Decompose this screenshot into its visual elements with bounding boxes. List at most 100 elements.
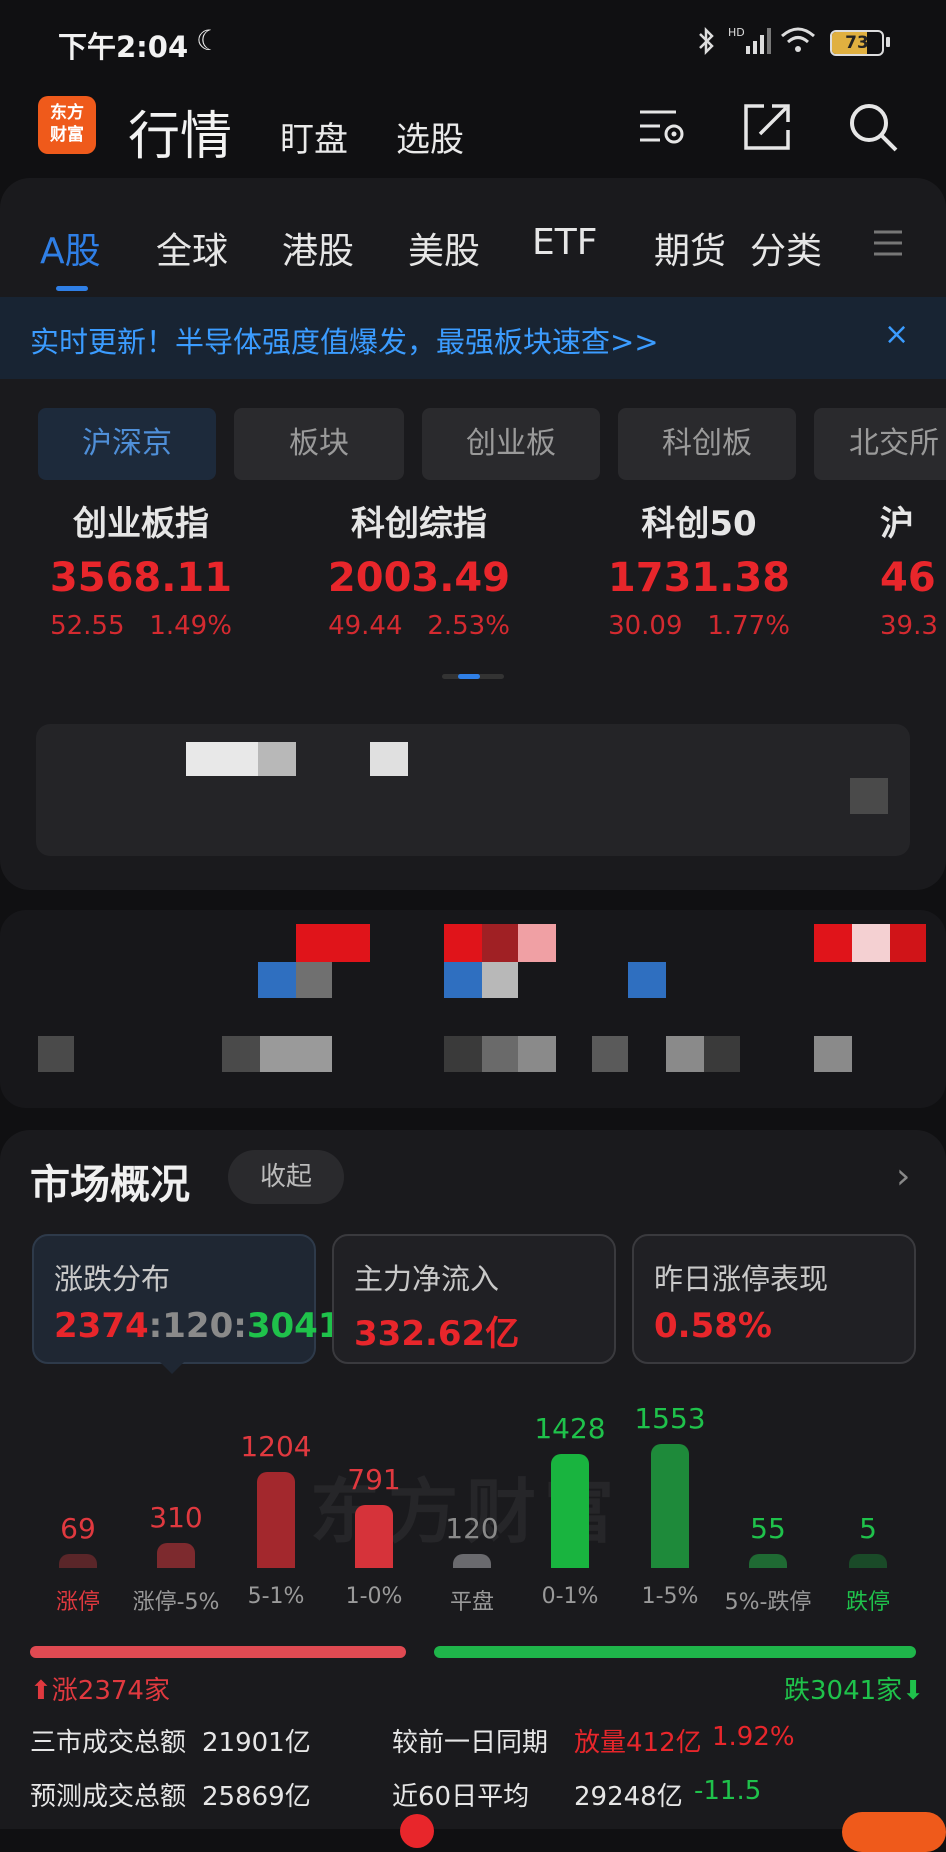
bluetooth-icon: [699, 26, 714, 56]
bar-category-label: 5-1%: [247, 1584, 305, 1609]
bar-category-label: 0-1%: [541, 1584, 599, 1609]
distribution-bar: [749, 1554, 787, 1568]
bar-category-label: 涨停-5%: [132, 1590, 220, 1615]
section-title: 市场概况: [30, 1162, 190, 1208]
index-name: 创业板指: [73, 504, 209, 544]
bar-value-label: 55: [750, 1512, 786, 1545]
stat-label: 预测成交总额: [30, 1782, 187, 1812]
index-name: 科创50: [641, 504, 757, 544]
bar-category-label: 5%-跌停: [724, 1590, 812, 1615]
bar-value-label: 1553: [634, 1402, 706, 1435]
app-logo[interactable]: 东方 财富: [38, 96, 96, 154]
app-header: 东方 财富 行情 盯盘 选股: [0, 88, 946, 178]
nav-link-watch[interactable]: 盯盘: [280, 112, 348, 161]
distribution-bar: [651, 1444, 689, 1568]
distribution-bar: [157, 1543, 195, 1568]
stat-value: 21901亿: [202, 1728, 311, 1758]
settings-list-icon[interactable]: [636, 100, 690, 154]
bar-category-label: 涨停: [55, 1590, 100, 1615]
index-change: 30.09 1.77%: [608, 611, 790, 641]
metric-card-net-inflow[interactable]: 主力净流入 332.62亿: [332, 1234, 616, 1364]
index-change: 52.55 1.49%: [50, 611, 232, 641]
distribution-bar: [59, 1554, 97, 1568]
index-card[interactable]: 创业板指 3568.11 52.55 1.49%: [26, 496, 256, 641]
chip-chinext[interactable]: 创业板: [422, 408, 600, 480]
chevron-right-icon[interactable]: ›: [896, 1156, 910, 1197]
tab-futures[interactable]: 期货: [654, 222, 726, 274]
close-icon[interactable]: ×: [884, 317, 909, 352]
tab-etf[interactable]: ETF: [532, 222, 597, 263]
nav-link-screener[interactable]: 选股: [396, 112, 464, 161]
battery-icon: 73: [830, 30, 884, 56]
bar-value-label: 1428: [534, 1412, 606, 1445]
bar-value-label: 120: [445, 1512, 499, 1545]
distribution-bar: [849, 1554, 887, 1568]
index-value: 3568.11: [49, 555, 233, 601]
bar-category-label: 1-5%: [641, 1584, 699, 1609]
bar-value-label: 69: [60, 1512, 96, 1545]
collapse-button[interactable]: 收起: [228, 1150, 344, 1204]
bottom-action-button[interactable]: [842, 1812, 946, 1852]
tab-active-indicator: [56, 286, 88, 291]
metric-card-limit-up[interactable]: 昨日涨停表现 0.58%: [632, 1234, 916, 1364]
share-icon[interactable]: [740, 100, 794, 154]
page-title: 行情: [128, 107, 233, 167]
menu-icon[interactable]: [872, 228, 904, 258]
stat-label: 近60日平均: [392, 1782, 530, 1812]
chip-shsz[interactable]: 沪深京: [38, 408, 216, 480]
status-bar: 下午2:04 ☾ HD 73: [0, 0, 946, 88]
chip-star[interactable]: 科创板: [618, 408, 796, 480]
tab-us[interactable]: 美股: [408, 222, 480, 274]
card-pointer: [160, 1362, 184, 1374]
tab-category[interactable]: 分类: [750, 222, 822, 274]
moon-icon: ☾: [196, 24, 222, 57]
stat-label: 较前一日同期: [392, 1728, 549, 1758]
chip-sector[interactable]: 板块: [234, 408, 404, 480]
signal-icon: HD: [728, 26, 771, 54]
bar-value-label: 310: [149, 1501, 203, 1534]
ratio-up-bar: [30, 1646, 406, 1658]
battery-level: 73: [845, 33, 869, 53]
tab-global[interactable]: 全球: [156, 222, 228, 274]
banner-text[interactable]: 实时更新！半导体强度值爆发，最强板块速查>>: [30, 319, 659, 361]
promo-banner[interactable]: 实时更新！半导体强度值爆发，最强板块速查>> ×: [0, 297, 946, 379]
index-value: 2003.49: [327, 555, 511, 601]
index-card[interactable]: 沪 46 39.3: [880, 496, 946, 641]
bar-value-label: 791: [347, 1463, 401, 1496]
chip-bse[interactable]: 北交所: [814, 408, 946, 480]
index-value: 46: [880, 555, 936, 601]
index-card[interactable]: 科创50 1731.38 30.09 1.77%: [584, 496, 814, 641]
stat-label: 三市成交总额: [30, 1728, 187, 1758]
distribution-bar: [257, 1472, 295, 1568]
stat-value: 25869亿: [202, 1782, 311, 1812]
bar-category-label: 平盘: [449, 1590, 494, 1615]
notification-badge[interactable]: [400, 1814, 434, 1848]
bar-category-label: 跌停: [845, 1590, 890, 1615]
distribution-bar: [453, 1554, 491, 1568]
tab-a-shares[interactable]: A股: [40, 222, 101, 274]
index-change: 39.3: [880, 611, 938, 641]
metric-card-distribution[interactable]: 涨跌分布 2374:120:3041: [32, 1234, 341, 1364]
index-value: 1731.38: [607, 555, 791, 601]
stat-pct: -11.5: [694, 1776, 762, 1806]
bar-value-label: 1204: [240, 1430, 312, 1463]
blurred-panel: [36, 724, 910, 856]
distribution-value: 2374:120:3041: [54, 1306, 342, 1346]
distribution-bar: [355, 1505, 393, 1568]
index-card[interactable]: 科创综指 2003.49 49.44 2.53%: [304, 496, 534, 641]
stat-value: 29248亿: [574, 1782, 683, 1812]
up-count-label: ⬆涨2374家: [30, 1676, 170, 1706]
ratio-down-bar: [434, 1646, 916, 1658]
svg-text:HD: HD: [728, 26, 745, 39]
index-name: 沪: [880, 504, 914, 544]
distribution-bar: [551, 1454, 589, 1568]
search-icon[interactable]: [846, 100, 900, 154]
status-time: 下午2:04: [58, 30, 189, 64]
down-count-label: 跌3041家⬇: [784, 1676, 924, 1706]
index-name: 科创综指: [351, 504, 487, 544]
tab-hk[interactable]: 港股: [282, 222, 354, 274]
wifi-icon: [781, 27, 815, 52]
index-change: 49.44 2.53%: [328, 611, 510, 641]
stat-pct: 1.92%: [712, 1722, 795, 1752]
bar-category-label: 1-0%: [345, 1584, 403, 1609]
